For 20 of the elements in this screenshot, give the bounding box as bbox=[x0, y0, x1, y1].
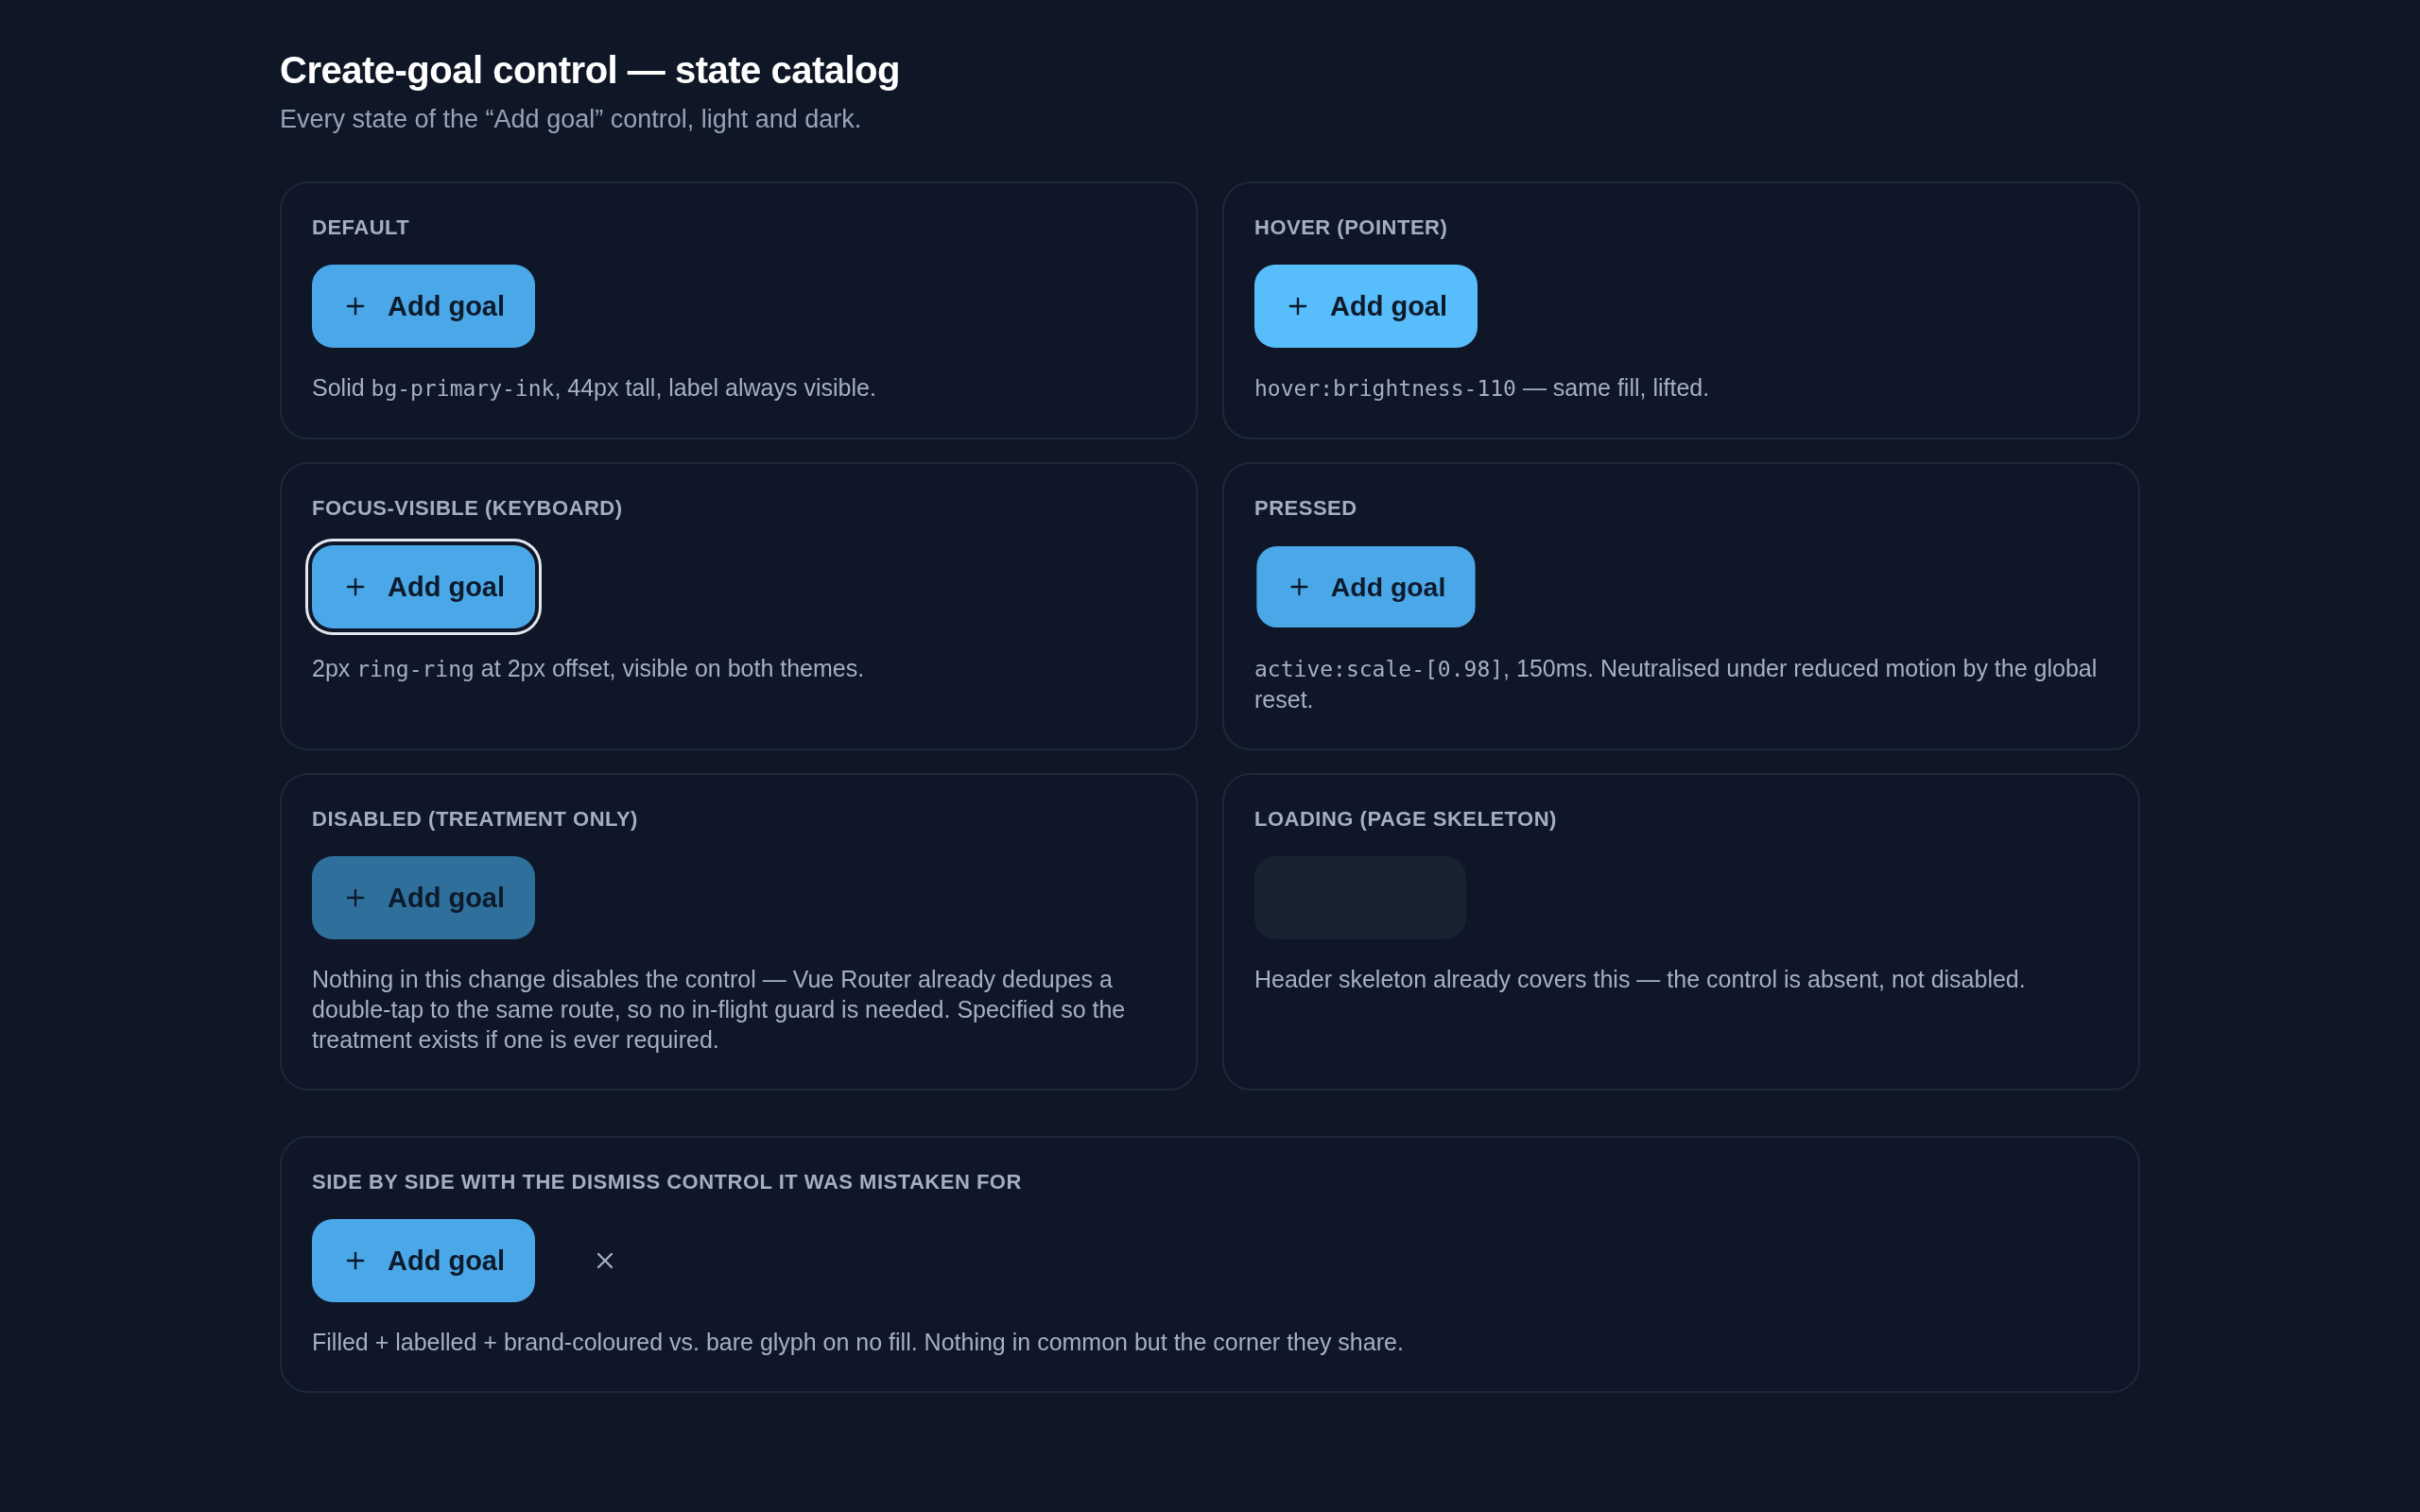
card-heading: HOVER (POINTER) bbox=[1254, 215, 1449, 240]
page-subtitle: Every state of the “Add goal” control, light and dark. bbox=[280, 105, 863, 134]
description-text: Nothing in this change disables the control — Vue Router already dedupes a double-tap to the same route, so no in-flight guard is needed. Specified so the treatment exists if one is ever required. bbox=[312, 965, 1127, 1055]
description-text: Solid bg-primary-ink, 44px tall, label always visible. bbox=[312, 373, 877, 403]
card-heading: SIDE BY SIDE WITH THE DISMISS CONTROL IT WAS MISTAKEN FOR bbox=[312, 1170, 1023, 1194]
description-text: Header skeleton already covers this — the control is absent, not disabled. bbox=[1254, 965, 2027, 994]
card-heading: FOCUS-VISIBLE (KEYBOARD) bbox=[312, 496, 624, 521]
card-heading: LOADING (PAGE SKELETON) bbox=[1254, 807, 1558, 832]
description-text: active:scale-[0.98], 150ms. Neutralised under reduced motion by the global reset. bbox=[1254, 654, 2099, 714]
add-goal-button[interactable]: Add goal bbox=[1254, 265, 1478, 348]
add-goal-button[interactable]: Add goal bbox=[312, 1219, 536, 1302]
card-heading: PRESSED bbox=[1254, 496, 1358, 521]
description-text: 2px ring-ring at 2px offset, visible on both themes. bbox=[312, 654, 866, 683]
add-goal-button[interactable]: Add goal bbox=[1256, 545, 1476, 628]
card-heading: DEFAULT bbox=[312, 215, 411, 240]
description-text: hover:brightness-110 — same fill, lifted. bbox=[1254, 373, 1711, 403]
page-title: Create-goal control — state catalog bbox=[280, 49, 901, 92]
description-text: Filled + labelled + brand-coloured vs. bare glyph on no fill. Nothing in common but the corner they share. bbox=[312, 1328, 1405, 1357]
card-heading: DISABLED (TREATMENT ONLY) bbox=[312, 807, 639, 832]
add-goal-button[interactable]: Add goal bbox=[312, 265, 536, 348]
